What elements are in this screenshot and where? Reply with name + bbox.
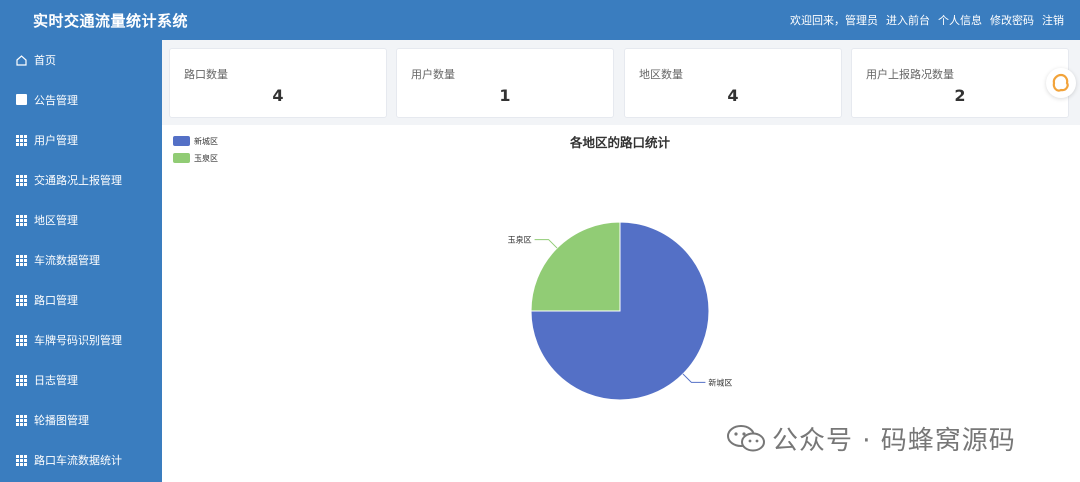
sidebar-item-label: 路口车流数据统计 (34, 454, 122, 467)
sidebar-item-label: 车流数据管理 (34, 254, 100, 267)
stat-label: 路口数量 (184, 68, 228, 81)
watermark-text: 公众号 · 码蜂窝源码 (772, 425, 1016, 456)
pie-slices (530, 221, 710, 401)
profile-link[interactable]: 个人信息 (938, 12, 982, 28)
chart-title: 各地区的路口统计 (569, 135, 671, 150)
sidebar-item-plate-recognition[interactable]: 车牌号码识别管理 (0, 320, 162, 360)
pie-label-1: 玉泉区 (508, 235, 532, 245)
logout-link[interactable]: 注销 (1042, 12, 1064, 28)
pie-slice-1[interactable] (530, 221, 621, 312)
grid-icon (16, 214, 27, 226)
pie-label-line-0 (682, 373, 706, 383)
grid-icon (16, 454, 27, 466)
legend-label-1[interactable]: 玉泉区 (194, 153, 218, 163)
stat-label: 用户上报路况数量 (866, 68, 954, 81)
sidebar-item-regions[interactable]: 地区管理 (0, 200, 162, 240)
top-bar: 实时交通流量统计系统 欢迎回来，管理员 进入前台 个人信息 修改密码 注销 (0, 0, 1080, 40)
chart-legend: 新城区玉泉区 (173, 136, 218, 163)
stat-label: 地区数量 (639, 68, 683, 81)
pie-label-line-1 (534, 239, 558, 249)
sidebar-item-label: 交通路况上报管理 (34, 174, 122, 187)
grid-icon (16, 334, 27, 346)
sidebar-item-traffic-data[interactable]: 车流数据管理 (0, 240, 162, 280)
grid-icon (16, 294, 27, 306)
sidebar-item-label: 轮播图管理 (34, 414, 89, 427)
sidebar-item-label: 车牌号码识别管理 (34, 334, 122, 347)
sidebar-item-label: 公告管理 (34, 94, 78, 107)
sidebar-item-announcements[interactable]: 公告管理 (0, 80, 162, 120)
sidebar-item-users[interactable]: 用户管理 (0, 120, 162, 160)
grid-icon (16, 414, 27, 426)
sidebar: 首页 公告管理 用户管理 交通路况上报管理 地区管理 车流数据管理 路口管理 车… (0, 40, 162, 482)
pie-label-0: 新城区 (708, 377, 732, 387)
sidebar-item-label: 日志管理 (34, 374, 78, 387)
wechat-icon (726, 423, 766, 453)
watermark: 公众号 · 码蜂窝源码 (726, 420, 1016, 456)
sidebar-item-label: 路口管理 (34, 294, 78, 307)
sidebar-item-label: 用户管理 (34, 134, 78, 147)
home-icon (16, 54, 27, 66)
change-password-link[interactable]: 修改密码 (990, 12, 1034, 28)
stat-card-reports: 用户上报路况数量 2 (851, 48, 1069, 118)
stat-value: 4 (727, 86, 739, 105)
sidebar-item-traffic-reports[interactable]: 交通路况上报管理 (0, 160, 162, 200)
grid-icon (16, 174, 27, 186)
stat-card-intersections: 路口数量 4 (169, 48, 387, 118)
sidebar-item-logs[interactable]: 日志管理 (0, 360, 162, 400)
grid-icon (16, 374, 27, 386)
grid-icon (16, 134, 27, 146)
chat-icon (16, 93, 27, 105)
grid-icon (16, 254, 27, 266)
welcome-text: 欢迎回来，管理员 (790, 14, 878, 27)
sidebar-item-label: 首页 (34, 54, 56, 67)
stat-label: 用户数量 (411, 68, 455, 81)
legend-swatch-1[interactable] (173, 153, 190, 163)
stat-value: 1 (499, 86, 511, 105)
legend-label-0[interactable]: 新城区 (194, 136, 218, 146)
legend-swatch-0[interactable] (173, 136, 190, 146)
assistant-float-button[interactable] (1046, 68, 1076, 98)
stat-value: 4 (272, 86, 284, 105)
sidebar-item-intersections[interactable]: 路口管理 (0, 280, 162, 320)
stat-value: 2 (954, 86, 966, 105)
sparkle-icon (1052, 73, 1069, 92)
sidebar-item-label: 地区管理 (34, 214, 78, 227)
sidebar-item-intersection-stats[interactable]: 路口车流数据统计 (0, 440, 162, 480)
enter-frontend-link[interactable]: 进入前台 (886, 12, 930, 28)
app-title: 实时交通流量统计系统 (33, 12, 189, 30)
stat-card-regions: 地区数量 4 (624, 48, 842, 118)
stat-card-users: 用户数量 1 (396, 48, 614, 118)
sidebar-item-home[interactable]: 首页 (0, 40, 162, 80)
top-links: 欢迎回来，管理员 进入前台 个人信息 修改密码 注销 (790, 12, 1064, 28)
sidebar-item-carousel[interactable]: 轮播图管理 (0, 400, 162, 440)
